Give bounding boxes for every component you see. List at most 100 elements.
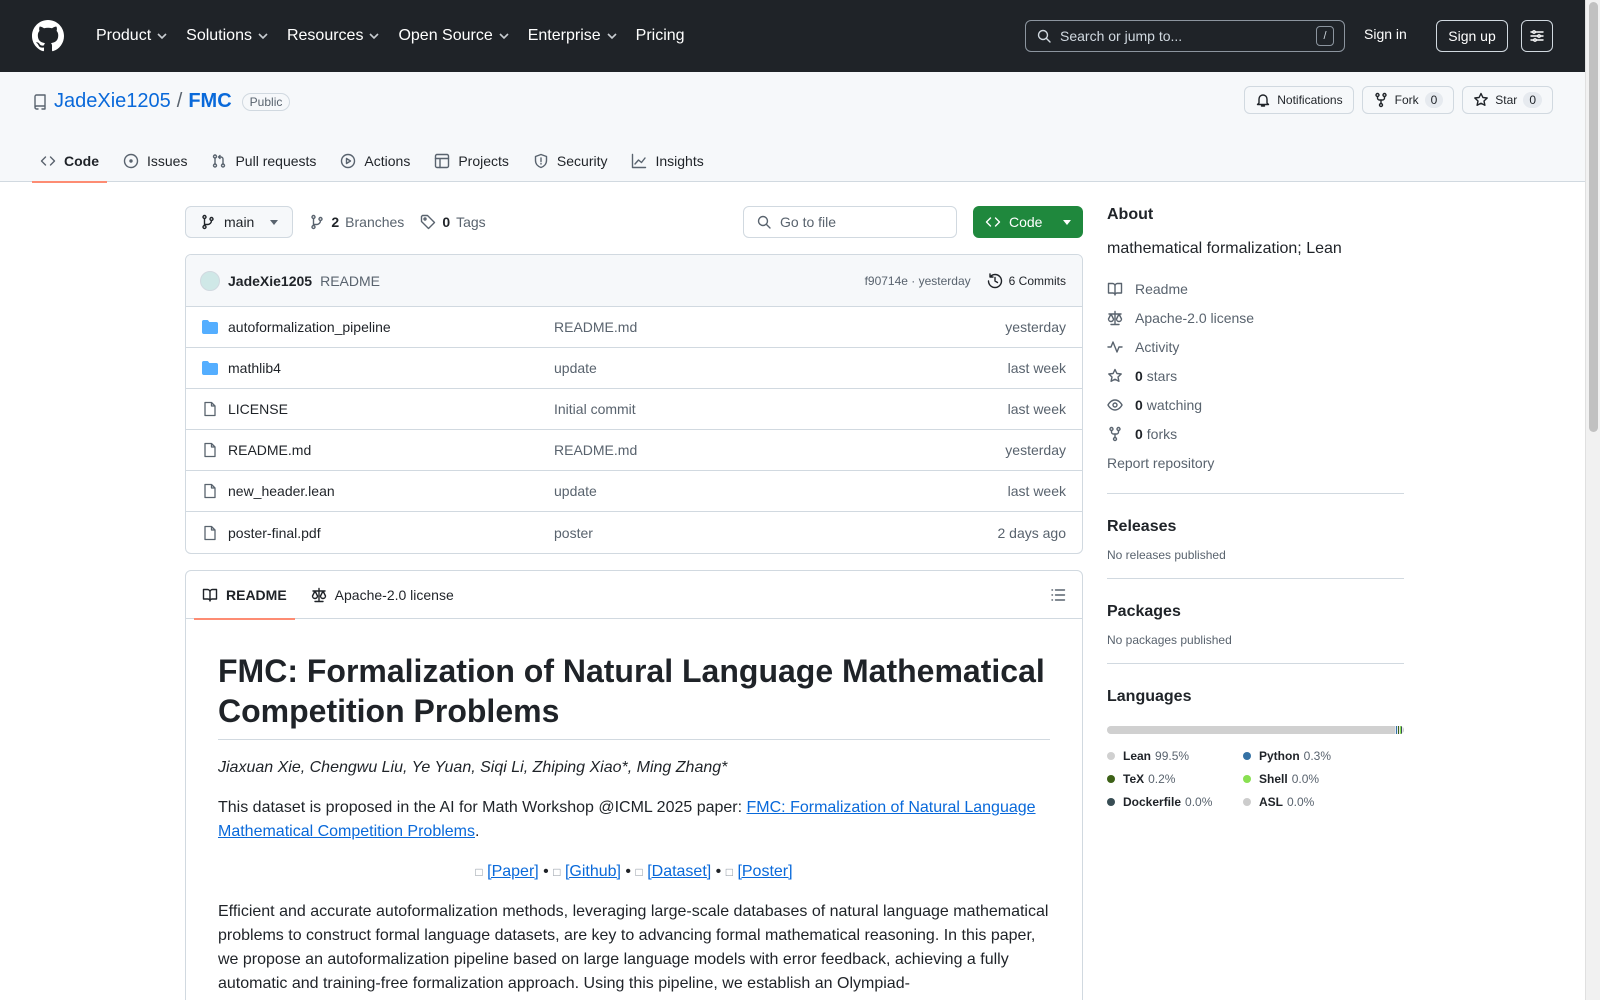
chevron-down-icon — [369, 33, 380, 40]
packages-empty: No packages published — [1107, 633, 1232, 647]
file-commit-date: 2 days ago — [997, 524, 1067, 541]
outline-button[interactable] — [1050, 587, 1066, 603]
language-item[interactable]: ASL 0.0% — [1243, 790, 1363, 813]
language-name: Python — [1259, 748, 1300, 763]
chevron-down-icon — [607, 33, 617, 40]
nav-enterprise[interactable]: Enterprise — [520, 21, 626, 51]
language-item[interactable]: Lean 99.5% — [1107, 744, 1219, 767]
repo-icon — [34, 93, 46, 110]
about-link-fork[interactable]: 0 forks — [1107, 419, 1404, 448]
about-link-book[interactable]: Readme — [1107, 274, 1404, 303]
tab-issues[interactable]: Issues — [115, 140, 195, 182]
tab-pull-requests[interactable]: Pull requests — [203, 140, 324, 182]
about-link-label: Readme — [1135, 280, 1188, 297]
branch-icon — [202, 214, 214, 230]
code-button[interactable]: Code — [973, 206, 1083, 238]
tab-actions[interactable]: Actions — [332, 140, 418, 182]
fork-button[interactable]: Fork 0 — [1361, 86, 1455, 114]
notifications-button[interactable]: Notifications — [1244, 86, 1354, 114]
nav-solutions[interactable]: Solutions — [178, 21, 277, 51]
file-commit-message[interactable]: update — [554, 360, 1008, 376]
readme-tab[interactable]: README — [194, 571, 295, 620]
branches-link[interactable]: 2 Branches — [309, 214, 404, 230]
search-input[interactable]: Search or jump to... / — [1025, 20, 1345, 52]
license-tab-label: Apache-2.0 license — [334, 586, 454, 603]
file-commit-message[interactable]: README.md — [554, 442, 1005, 458]
language-color-dot — [1107, 774, 1115, 783]
nav-resources[interactable]: Resources — [279, 21, 388, 51]
about-link-pulse[interactable]: Activity — [1107, 332, 1404, 361]
poster-link[interactable]: [Poster] — [737, 863, 792, 880]
sign-up-button[interactable]: Sign up — [1436, 20, 1508, 52]
readme-tab-label: README — [226, 586, 287, 603]
language-percent: 0.0% — [1291, 771, 1320, 786]
tab-security[interactable]: Security — [525, 140, 616, 182]
nav-open-source[interactable]: Open Source — [390, 21, 517, 51]
repo-actions: Notifications Fork 0 Star 0 — [1244, 86, 1553, 114]
report-repository-link[interactable]: Report repository — [1107, 448, 1404, 477]
branch-selector[interactable]: main — [185, 206, 294, 238]
book-icon — [1107, 282, 1123, 296]
repo-owner-link[interactable]: JadeXie1205 — [54, 90, 171, 113]
about-link-star[interactable]: 0 stars — [1107, 361, 1404, 390]
language-item[interactable]: Python 0.3% — [1243, 744, 1363, 767]
language-item[interactable]: TeX 0.2% — [1107, 767, 1219, 790]
commit-message[interactable]: README — [320, 273, 380, 289]
nav-product-label: Product — [96, 27, 152, 44]
language-name: Shell — [1259, 771, 1288, 786]
commit-hash-time[interactable]: f90714e · yesterday — [865, 274, 971, 288]
language-color-dot — [1243, 751, 1251, 760]
nav-enterprise-label: Enterprise — [527, 27, 601, 44]
emoji-placeholder-icon: □ — [635, 865, 643, 879]
commit-author[interactable]: JadeXie1205 — [228, 273, 312, 289]
github-link[interactable]: [Github] — [565, 863, 621, 880]
star-count: 0 — [1523, 92, 1542, 108]
emoji-placeholder-icon: □ — [553, 865, 561, 879]
sign-in-link[interactable]: Sign in — [1364, 26, 1407, 42]
go-to-file-input[interactable]: Go to file — [743, 206, 957, 238]
paper-link[interactable]: [Paper] — [487, 863, 539, 880]
file-name-link[interactable]: poster-final.pdf — [228, 525, 554, 541]
language-bar-segment — [1395, 726, 1397, 734]
language-item[interactable]: Dockerfile 0.0% — [1107, 790, 1219, 813]
file-commit-message[interactable]: README.md — [554, 319, 1005, 335]
scrollbar-thumb[interactable] — [1589, 2, 1598, 432]
file-name-link[interactable]: new_header.lean — [228, 483, 554, 499]
readme-abstract: Efficient and accurate autoformalization… — [218, 903, 1049, 992]
file-commit-message[interactable]: update — [554, 483, 1008, 499]
releases-heading[interactable]: Releases — [1107, 518, 1404, 536]
file-name-link[interactable]: README.md — [228, 442, 554, 458]
chevron-down-icon — [258, 33, 268, 40]
file-commit-message[interactable]: poster — [554, 525, 998, 541]
packages-heading[interactable]: Packages — [1107, 603, 1404, 621]
readme-intro: This dataset is proposed in the AI for M… — [218, 796, 1050, 844]
github-logo-icon[interactable] — [32, 20, 64, 52]
language-item[interactable]: Shell 0.0% — [1243, 767, 1363, 790]
about-link-eye[interactable]: 0 watching — [1107, 390, 1404, 419]
menu-button[interactable] — [1521, 20, 1553, 52]
tags-link[interactable]: 0 Tags — [420, 214, 486, 230]
tab-insights[interactable]: Insights — [623, 140, 711, 182]
file-name-link[interactable]: autoformalization_pipeline — [228, 319, 554, 335]
avatar[interactable] — [200, 270, 220, 291]
file-commit-message[interactable]: Initial commit — [554, 401, 1008, 417]
license-tab[interactable]: Apache-2.0 license — [303, 571, 462, 619]
about-link-label: Apache-2.0 license — [1135, 309, 1255, 326]
repo-name-link[interactable]: FMC — [188, 90, 231, 113]
nav-pricing[interactable]: Pricing — [628, 21, 693, 51]
search-icon — [757, 215, 771, 229]
page-scrollbar[interactable] — [1585, 0, 1600, 1000]
nav-resources-label: Resources — [286, 27, 364, 44]
tab-code[interactable]: Code — [32, 140, 107, 183]
dataset-link[interactable]: [Dataset] — [647, 863, 711, 880]
file-name-link[interactable]: mathlib4 — [228, 360, 554, 376]
file-name-link[interactable]: LICENSE — [228, 401, 554, 417]
about-link-scale[interactable]: Apache-2.0 license — [1107, 303, 1404, 332]
commits-link[interactable]: 6 Commits — [987, 272, 1066, 289]
nav-product[interactable]: Product — [88, 21, 176, 51]
releases-empty: No releases published — [1107, 548, 1226, 562]
language-bar-segment — [1397, 726, 1399, 734]
star-button[interactable]: Star 0 — [1462, 86, 1553, 114]
tab-projects[interactable]: Projects — [426, 140, 517, 182]
about-link-count: 0 — [1135, 367, 1143, 384]
